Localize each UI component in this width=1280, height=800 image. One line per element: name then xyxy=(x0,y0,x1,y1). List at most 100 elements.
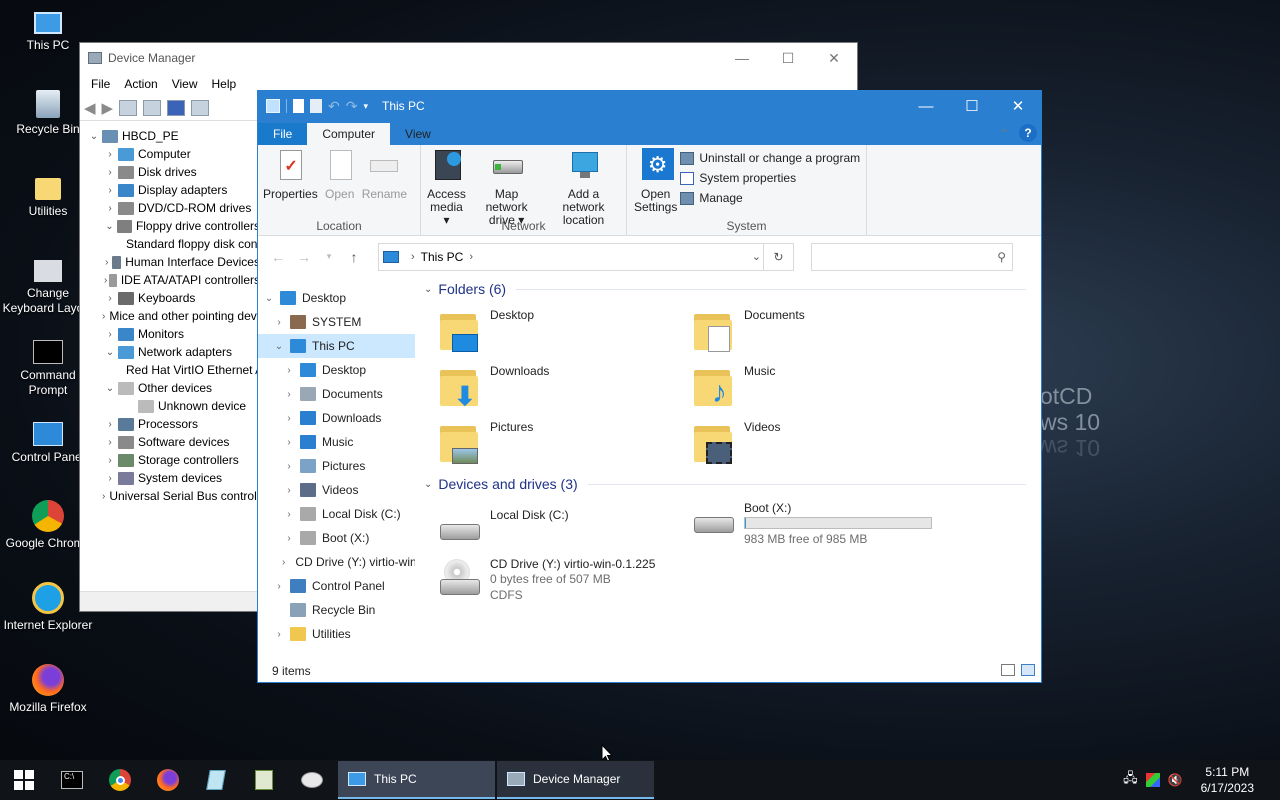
minimize-button[interactable]: — xyxy=(903,91,949,121)
redo-icon[interactable]: ↷ xyxy=(346,98,358,115)
nav-item[interactable]: › Documents xyxy=(258,382,415,406)
nav-item[interactable]: › Videos xyxy=(258,478,415,502)
chevron-right-icon[interactable]: › xyxy=(102,275,109,286)
properties-quick-icon[interactable] xyxy=(293,99,304,113)
drive-tile-y[interactable]: CD Drive (Y:) virtio-win-0.1.225 0 bytes… xyxy=(438,557,655,603)
chevron-down-icon[interactable]: ⌄ xyxy=(262,293,276,304)
device-tree-item[interactable]: › IDE ATA/ATAPI controllers xyxy=(80,271,260,289)
explorer-titlebar[interactable]: ↶ ↷ ▾ This PC — ☐ ✕ xyxy=(258,91,1041,121)
maximize-button[interactable]: ☐ xyxy=(765,43,811,73)
undo-icon[interactable]: ↶ xyxy=(328,98,340,115)
drive-tile-c[interactable]: Local Disk (C:) xyxy=(438,508,569,552)
chevron-down-icon[interactable]: ⌄ xyxy=(272,341,286,352)
chevron-right-icon[interactable]: › xyxy=(272,629,286,640)
nav-item[interactable]: › Pictures xyxy=(258,454,415,478)
chevron-right-icon[interactable]: › xyxy=(102,491,105,502)
taskbar-task-device-manager[interactable]: Device Manager xyxy=(497,761,654,799)
chevron-right-icon[interactable]: › xyxy=(272,581,286,592)
device-tree-item[interactable]: › DVD/CD-ROM drives xyxy=(80,199,260,217)
explorer-window[interactable]: ↶ ↷ ▾ This PC — ☐ ✕ File Computer View ⌃… xyxy=(257,90,1042,683)
folder-tile-pictures[interactable]: Pictures xyxy=(438,420,533,464)
address-bar[interactable]: › This PC › ⌄ ↻ xyxy=(378,242,794,271)
device-tree-item[interactable]: ⌄ HBCD_PE xyxy=(80,127,260,145)
nav-item[interactable]: › Utilities xyxy=(258,622,415,646)
chevron-right-icon[interactable]: › xyxy=(102,473,118,484)
taskbar-paint[interactable] xyxy=(288,760,336,800)
folder-tile-videos[interactable]: Videos xyxy=(692,420,780,464)
collapse-ribbon-icon[interactable]: ⌃ xyxy=(1000,127,1009,140)
chevron-down-icon[interactable]: ⌄ xyxy=(86,131,102,142)
drive-tile-x[interactable]: Boot (X:) 983 MB free of 985 MB xyxy=(692,501,932,547)
device-tree-item[interactable]: Red Hat VirtIO Ethernet Adapter xyxy=(80,361,297,379)
device-tree-item[interactable]: › Storage controllers xyxy=(80,451,260,469)
refresh-icon[interactable]: ↻ xyxy=(763,243,793,270)
chevron-right-icon[interactable]: › xyxy=(411,251,415,263)
chevron-right-icon[interactable]: › xyxy=(102,203,118,214)
chevron-down-icon[interactable]: ⌄ xyxy=(102,383,118,394)
display-icon[interactable] xyxy=(1145,773,1160,787)
device-tree-item[interactable]: ⌄ Floppy drive controllers xyxy=(80,217,260,235)
chevron-down-icon[interactable]: ⌄ xyxy=(102,347,118,358)
folder-tile-desktop[interactable]: Desktop xyxy=(438,308,534,352)
device-tree-item[interactable]: › Computer xyxy=(80,145,260,163)
nav-item[interactable]: › CD Drive (Y:) virtio-win-0.1.225 xyxy=(258,550,415,574)
devices-group-header[interactable]: ⌄ Devices and drives (3) xyxy=(416,473,1026,495)
nav-item[interactable]: Recycle Bin xyxy=(258,598,415,622)
device-tree-item[interactable]: › Universal Serial Bus controllers xyxy=(80,487,276,505)
device-tree-item[interactable]: › Display adapters xyxy=(80,181,260,199)
tab-computer[interactable]: Computer xyxy=(307,123,391,145)
chevron-right-icon[interactable]: › xyxy=(282,533,296,544)
nav-item[interactable]: ⌄ This PC xyxy=(258,334,415,358)
device-tree-item[interactable]: › Keyboards xyxy=(80,289,260,307)
maximize-button[interactable]: ☐ xyxy=(949,91,995,121)
tab-view[interactable]: View xyxy=(390,123,446,145)
chevron-right-icon[interactable]: › xyxy=(102,311,105,322)
help-icon[interactable] xyxy=(167,99,186,116)
large-icons-view-icon[interactable] xyxy=(1021,664,1035,676)
breadcrumb-this-pc[interactable]: This PC xyxy=(421,250,464,264)
nav-item[interactable]: ⌄ Desktop xyxy=(258,286,415,310)
back-arrow-icon[interactable]: ◀ xyxy=(84,99,96,117)
folder-tile-documents[interactable]: Documents xyxy=(692,308,805,352)
device-manager-titlebar[interactable]: Device Manager — ☐ ✕ xyxy=(80,43,857,73)
device-tree-item[interactable]: › Disk drives xyxy=(80,163,260,181)
clock[interactable]: 5:11 PM 6/17/2023 xyxy=(1201,764,1254,796)
chevron-right-icon[interactable]: › xyxy=(282,461,296,472)
chevron-right-icon[interactable]: › xyxy=(102,455,118,466)
taskbar-task-manager[interactable] xyxy=(240,760,288,800)
start-button[interactable] xyxy=(0,760,48,800)
chevron-right-icon[interactable]: › xyxy=(102,185,118,196)
chevron-right-icon[interactable]: › xyxy=(282,509,296,520)
close-button[interactable]: ✕ xyxy=(995,91,1041,121)
forward-arrow-icon[interactable]: → xyxy=(292,249,316,265)
chevron-right-icon[interactable]: › xyxy=(282,437,296,448)
folder-tile-downloads[interactable]: ⬇ Downloads xyxy=(438,364,549,409)
nav-item[interactable]: › SYSTEM xyxy=(258,310,415,334)
device-tree-item[interactable]: › Human Interface Devices xyxy=(80,253,260,271)
details-view-icon[interactable] xyxy=(1001,664,1015,676)
chevron-right-icon[interactable]: › xyxy=(282,557,285,568)
chevron-right-icon[interactable]: › xyxy=(102,257,112,268)
device-tree-item[interactable]: ⌄ Network adapters xyxy=(80,343,260,361)
chevron-right-icon[interactable]: › xyxy=(272,317,286,328)
uninstall-program-button[interactable]: Uninstall or change a program xyxy=(680,151,860,165)
taskbar-command-prompt[interactable]: C:\ xyxy=(48,760,96,800)
search-input[interactable]: ⚲ xyxy=(811,242,1013,271)
menu-help[interactable]: Help xyxy=(205,77,244,91)
nav-item[interactable]: › Desktop xyxy=(258,358,415,382)
chevron-right-icon[interactable]: › xyxy=(102,329,118,340)
folder-tile-music[interactable]: ♪ Music xyxy=(692,364,775,408)
chevron-right-icon[interactable]: › xyxy=(102,167,118,178)
nav-item[interactable]: › Control Panel xyxy=(258,574,415,598)
chevron-right-icon[interactable]: › xyxy=(102,149,118,160)
menu-view[interactable]: View xyxy=(165,77,205,91)
taskbar-task-this-pc[interactable]: This PC xyxy=(338,761,495,799)
help-icon[interactable]: ? xyxy=(1019,124,1037,142)
menu-action[interactable]: Action xyxy=(117,77,164,91)
device-tree-item[interactable]: › Mice and other pointing devices xyxy=(80,307,278,325)
up-arrow-icon[interactable]: ↑ xyxy=(342,249,366,265)
device-tree-item[interactable]: Standard floppy disk controller xyxy=(80,235,287,253)
recent-locations-icon[interactable]: ▾ xyxy=(324,251,334,262)
device-tree-item[interactable]: › System devices xyxy=(80,469,260,487)
forward-arrow-icon[interactable]: ▶ xyxy=(102,99,114,117)
